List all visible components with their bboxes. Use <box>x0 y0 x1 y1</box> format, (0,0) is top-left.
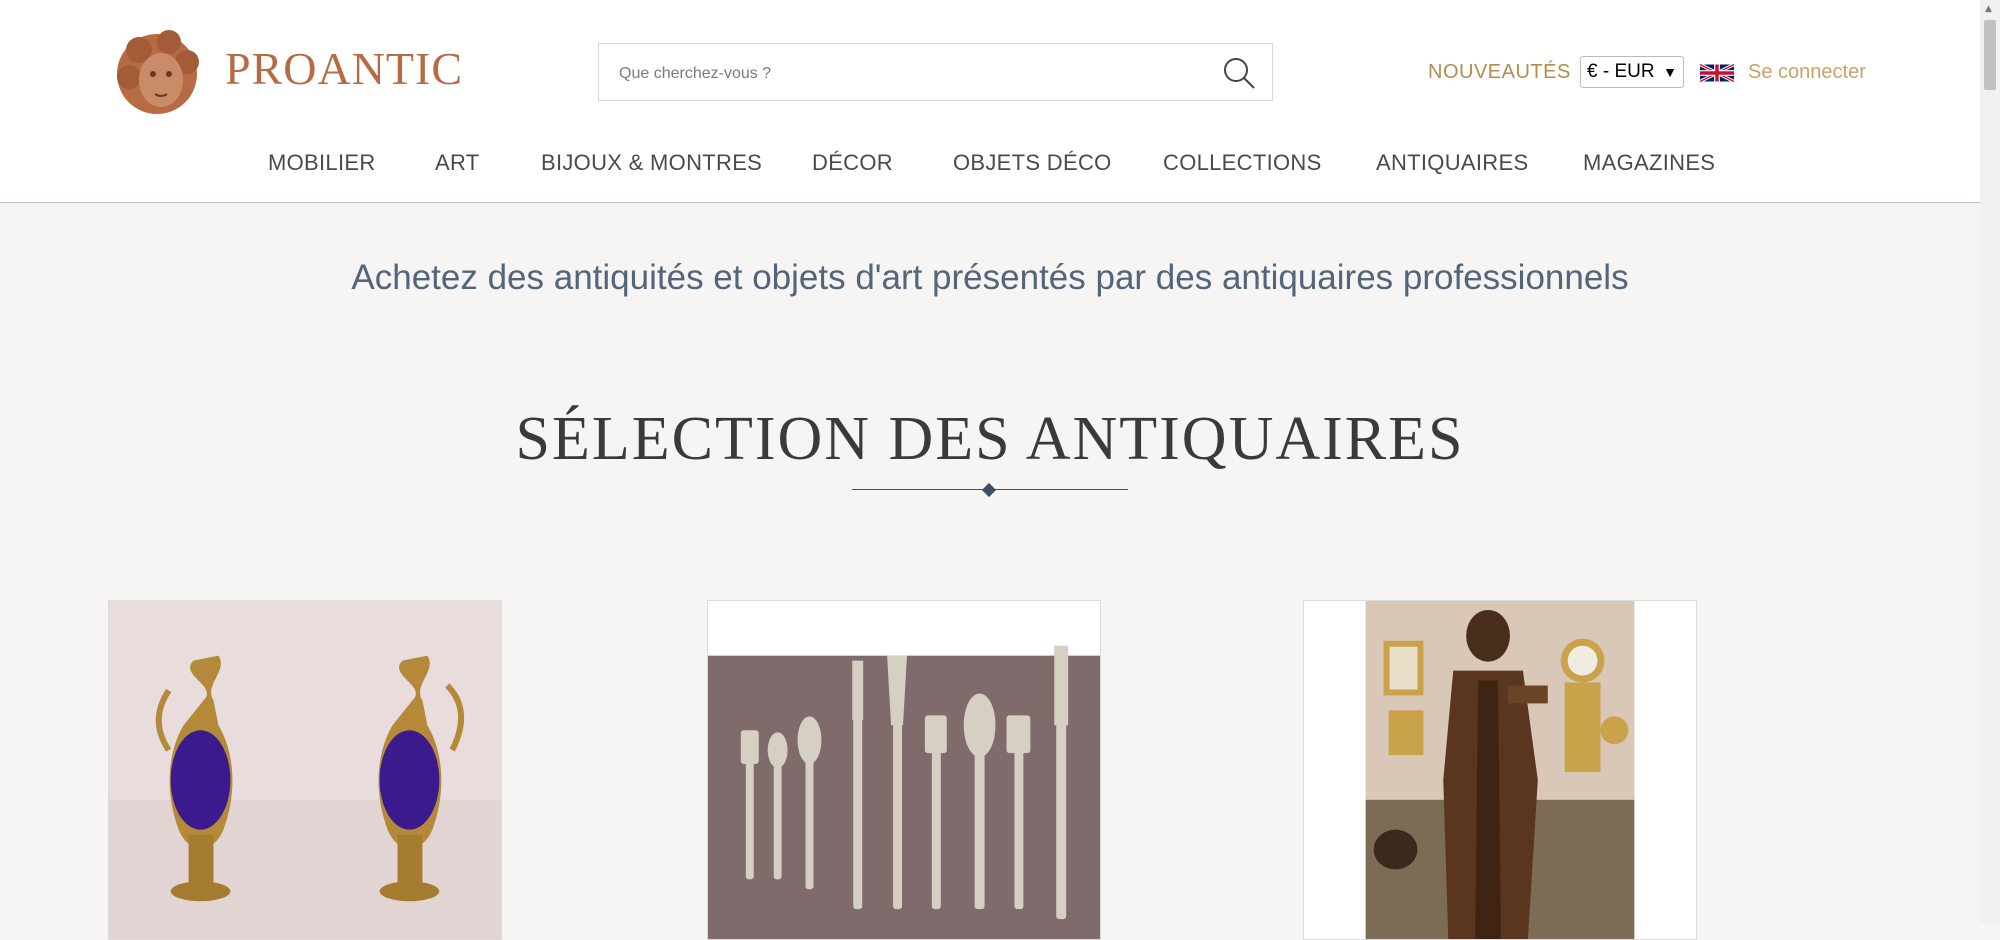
main-nav: MOBILIER ART BIJOUX & MONTRES DÉCOR OBJE… <box>110 124 1848 200</box>
proantic-logo[interactable]: PROANTIC <box>109 22 462 122</box>
nav-item-collections[interactable]: COLLECTIONS <box>1163 150 1322 176</box>
nav-item-antiquaires[interactable]: ANTIQUAIRES <box>1376 150 1528 176</box>
logo-head-icon <box>117 30 199 114</box>
site-header: PROANTIC NOUVEAUTÉS € - EUR ▼ Se connect… <box>0 0 1980 203</box>
login-link[interactable]: Se connecter <box>1748 61 1866 84</box>
nav-item-objets-deco[interactable]: OBJETS DÉCO <box>953 150 1112 176</box>
uk-flag-icon[interactable] <box>1700 60 1734 86</box>
nouveautes-link[interactable]: NOUVEAUTÉS <box>1428 61 1571 84</box>
nav-item-decor[interactable]: DÉCOR <box>812 150 893 176</box>
search-input[interactable] <box>617 58 1181 90</box>
chevron-down-icon: ▼ <box>1663 64 1677 80</box>
nav-item-mobilier[interactable]: MOBILIER <box>268 150 376 176</box>
cutlery-image <box>708 601 1100 939</box>
product-carousel <box>92 528 1866 940</box>
statue-image <box>1304 601 1696 939</box>
nav-item-magazines[interactable]: MAGAZINES <box>1583 150 1715 176</box>
nav-item-bijoux-montres[interactable]: BIJOUX & MONTRES <box>541 150 762 176</box>
search-icon[interactable] <box>1222 56 1256 90</box>
tagline: Achetez des antiquités et objets d'art p… <box>351 258 1629 297</box>
section-title: SÉLECTION DES ANTIQUAIRES <box>515 405 1465 473</box>
product-card-statue[interactable] <box>1303 600 1697 940</box>
vases-image <box>109 601 501 939</box>
currency-select[interactable]: € - EUR ▼ <box>1580 56 1684 88</box>
scrollbar-thumb[interactable] <box>1984 20 1996 90</box>
scroll-up-icon[interactable]: ▲ <box>1985 4 1992 14</box>
nav-item-art[interactable]: ART <box>435 150 480 176</box>
search-box <box>598 43 1273 101</box>
divider-diamond-icon <box>981 482 997 498</box>
currency-value: € - EUR <box>1587 61 1655 82</box>
logo-text: PROANTIC <box>225 43 464 94</box>
product-card-cutlery[interactable] <box>707 600 1101 940</box>
page-scrollbar[interactable]: ▲ <box>1980 0 2000 923</box>
product-card-vases[interactable] <box>108 600 502 940</box>
